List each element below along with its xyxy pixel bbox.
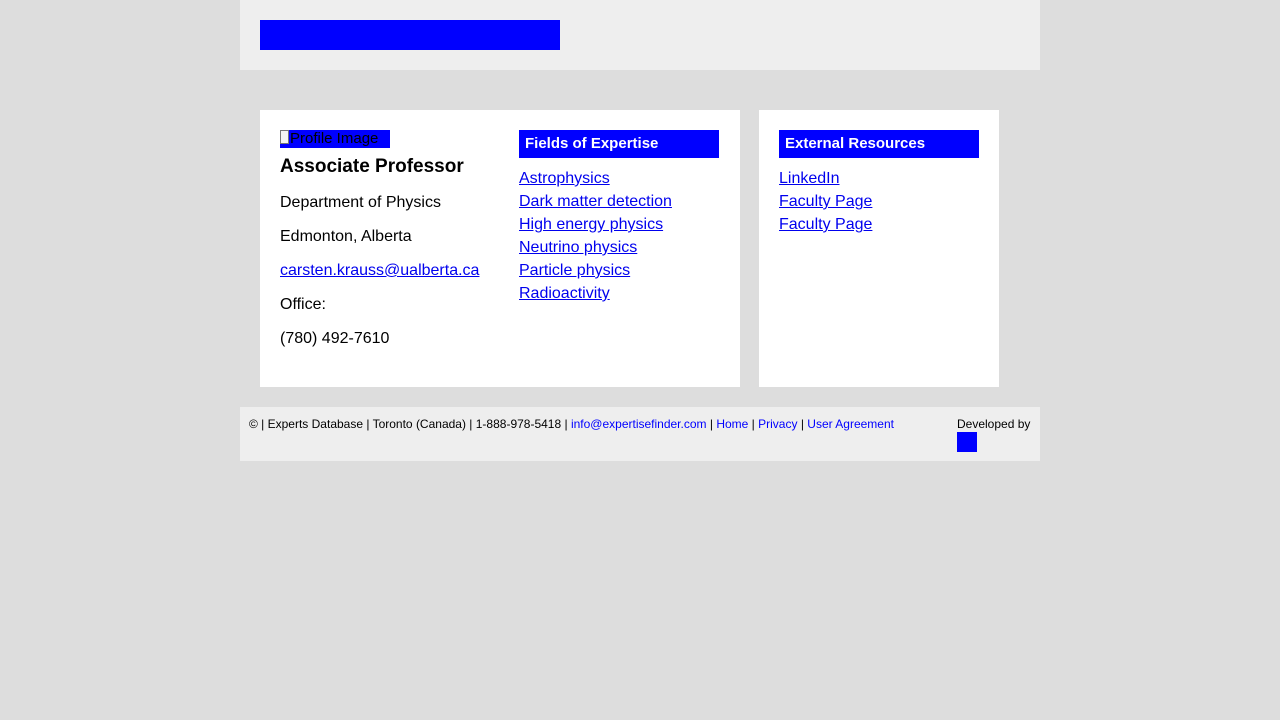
footer-prefix: © | Experts Database | Toronto (Canada) … — [249, 417, 571, 431]
profile-image: Profile Image — [280, 130, 390, 148]
footer-home-link[interactable]: Home — [716, 417, 748, 431]
faculty-page-link-1[interactable]: Faculty Page — [779, 193, 872, 210]
main-content: Profile Image Associate Professor Depart… — [240, 70, 1040, 407]
footer-sep: | — [797, 417, 808, 431]
site-header — [240, 0, 1040, 70]
expertise-link-high-energy[interactable]: High energy physics — [519, 216, 663, 233]
expertise-link-neutrino[interactable]: Neutrino physics — [519, 239, 637, 256]
list-item: Neutrino physics — [519, 236, 719, 259]
footer-email-link[interactable]: info@expertisefinder.com — [571, 417, 707, 431]
expertise-link-dark-matter[interactable]: Dark matter detection — [519, 193, 672, 210]
resources-card: External Resources LinkedIn Faculty Page… — [759, 110, 999, 387]
list-item: Dark matter detection — [519, 190, 719, 213]
list-item: High energy physics — [519, 213, 719, 236]
faculty-page-link-2[interactable]: Faculty Page — [779, 216, 872, 233]
resources-list: LinkedIn Faculty Page Faculty Page — [779, 167, 979, 236]
list-item: Faculty Page — [779, 213, 979, 236]
developer-logo[interactable] — [957, 432, 977, 452]
linkedin-link[interactable]: LinkedIn — [779, 170, 840, 187]
profile-title: Associate Professor — [280, 156, 464, 177]
profile-image-alt: Profile Image — [290, 130, 379, 147]
expertise-heading: Fields of Expertise — [519, 130, 719, 158]
footer-text: © | Experts Database | Toronto (Canada) … — [249, 417, 894, 431]
footer-sep: | — [706, 417, 717, 431]
profile-info: Profile Image Associate Professor Depart… — [280, 130, 490, 348]
broken-image-icon — [280, 130, 289, 144]
footer-sep: | — [748, 417, 759, 431]
list-item: Particle physics — [519, 259, 719, 282]
profile-phone: (780) 492-7610 — [280, 330, 390, 347]
expertise-link-radioactivity[interactable]: Radioactivity — [519, 285, 610, 302]
footer-privacy-link[interactable]: Privacy — [758, 417, 797, 431]
site-logo[interactable] — [260, 20, 560, 50]
list-item: Faculty Page — [779, 190, 979, 213]
resources-heading: External Resources — [779, 130, 979, 158]
expertise-list: Astrophysics Dark matter detection High … — [519, 167, 719, 305]
expertise-section: Fields of Expertise Astrophysics Dark ma… — [519, 130, 719, 305]
profile-card: Profile Image Associate Professor Depart… — [260, 110, 740, 387]
profile-office: Office: — [280, 296, 326, 313]
list-item: Astrophysics — [519, 167, 719, 190]
profile-email-link[interactable]: carsten.krauss@ualberta.ca — [280, 262, 479, 279]
site-footer: © | Experts Database | Toronto (Canada) … — [240, 407, 1040, 461]
developed-by-label: Developed by — [957, 417, 1031, 431]
profile-department: Department of Physics — [280, 194, 441, 211]
list-item: LinkedIn — [779, 167, 979, 190]
resources-section: External Resources LinkedIn Faculty Page… — [779, 130, 979, 236]
page: Profile Image Associate Professor Depart… — [240, 0, 1040, 461]
expertise-link-particle[interactable]: Particle physics — [519, 262, 630, 279]
expertise-link-astrophysics[interactable]: Astrophysics — [519, 170, 610, 187]
profile-email-line: carsten.krauss@ualberta.ca — [280, 262, 490, 280]
developer-credit: Developed by — [957, 417, 1030, 452]
profile-location: Edmonton, Alberta — [280, 228, 412, 245]
footer-agreement-link[interactable]: User Agreement — [807, 417, 894, 431]
list-item: Radioactivity — [519, 282, 719, 305]
